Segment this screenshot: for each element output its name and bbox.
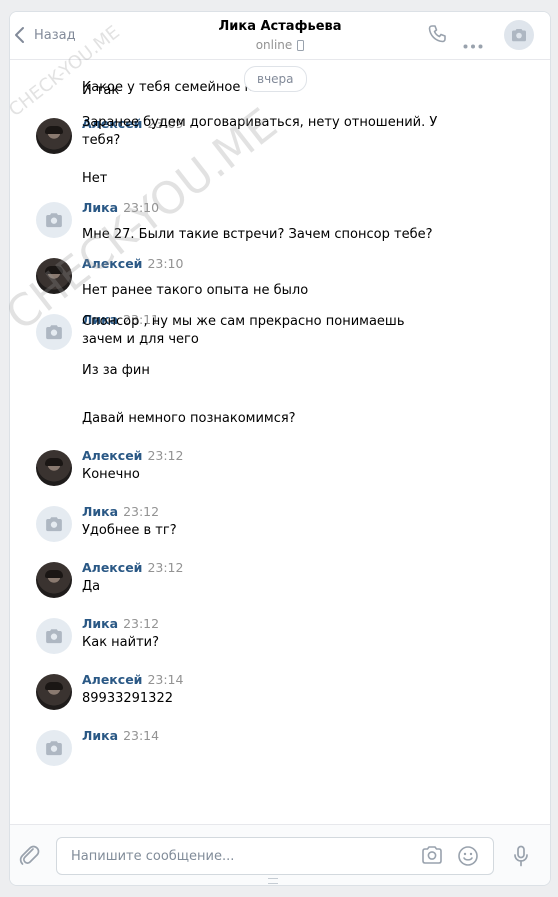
- message-time: 23:10: [123, 200, 160, 215]
- camera-icon: [512, 29, 526, 42]
- contact-name[interactable]: Лика Астафьева: [10, 19, 550, 34]
- date-divider: вчера: [244, 66, 307, 92]
- message-text: Спонсор , ну мы же сам прекрасно понимае…: [82, 314, 405, 347]
- author-name[interactable]: Алексей: [82, 448, 142, 463]
- message-time: 23:12: [123, 616, 160, 631]
- author-avatar[interactable]: [36, 258, 72, 294]
- chat-header: Назад Лика Астафьева online: [10, 12, 550, 60]
- message-header: Лика 23:14: [82, 728, 159, 743]
- photo-button[interactable]: [421, 845, 443, 869]
- message-text: Нет: [82, 171, 108, 186]
- attach-button[interactable]: [18, 843, 40, 871]
- message-text: Заранее будем договариваться, нету отнош…: [82, 115, 438, 148]
- author-avatar[interactable]: [36, 506, 72, 542]
- message-text: Давай немного познакомимся?: [82, 411, 296, 426]
- message-header: Алексей 23:12: [82, 560, 183, 575]
- author-avatar[interactable]: [36, 118, 72, 154]
- online-status: online: [256, 38, 305, 52]
- author-name[interactable]: Лика: [82, 504, 118, 519]
- smile-icon: [458, 846, 478, 866]
- microphone-icon: [514, 845, 528, 867]
- message-input-box[interactable]: [56, 837, 494, 875]
- message-time: 23:10: [147, 256, 184, 271]
- author-avatar[interactable]: [36, 202, 72, 238]
- message-header: Лика 23:12: [82, 504, 159, 519]
- chat-window: Назад Лика Астафьева online вчера Какое …: [9, 11, 551, 886]
- author-name[interactable]: Лика: [82, 200, 118, 215]
- message-header: Лика 23:10: [82, 200, 159, 215]
- message-input[interactable]: [69, 838, 403, 874]
- author-avatar[interactable]: [36, 618, 72, 654]
- camera-icon: [46, 629, 62, 644]
- message-time: 23:14: [147, 672, 184, 687]
- camera-icon: [46, 325, 62, 340]
- message-text: Конечно: [82, 467, 140, 482]
- message-text: Мне 27. Были такие встречи? Зачем спонсо…: [82, 227, 433, 242]
- message-time: 23:12: [147, 448, 184, 463]
- resize-handle[interactable]: [268, 878, 278, 884]
- phone-icon: [428, 25, 446, 43]
- author-avatar[interactable]: [36, 562, 72, 598]
- message-text: 89933291322: [82, 691, 173, 706]
- camera-icon: [46, 517, 62, 532]
- mobile-icon: [297, 39, 305, 51]
- voice-message-button[interactable]: [512, 845, 530, 871]
- message-header: Алексей 23:14: [82, 672, 183, 687]
- author-name[interactable]: Лика: [82, 728, 118, 743]
- author-avatar[interactable]: [36, 674, 72, 710]
- message-text: Да: [82, 579, 101, 594]
- emoji-button[interactable]: [457, 845, 479, 871]
- message-time: 23:14: [123, 728, 160, 743]
- paperclip-icon: [19, 845, 40, 865]
- composer: [10, 824, 550, 885]
- more-button[interactable]: [463, 34, 483, 53]
- author-avatar[interactable]: [36, 730, 72, 766]
- message-header: Алексей 23:10: [82, 256, 183, 271]
- camera-icon: [46, 741, 62, 756]
- camera-icon: [422, 846, 442, 864]
- message-list: Какое у тебя семейное пол Алексей 23:09 И т…: [10, 60, 550, 820]
- message-time: 23:12: [123, 504, 160, 519]
- message-text: Удобнее в тг?: [82, 523, 177, 538]
- author-avatar[interactable]: [36, 314, 72, 350]
- message-text: Нет ранее такого опыта не было: [82, 283, 309, 298]
- author-name[interactable]: Алексей: [82, 672, 142, 687]
- message-header: Алексей 23:12: [82, 448, 183, 463]
- message-text: Из за фин: [82, 363, 150, 378]
- author-name[interactable]: Алексей: [82, 560, 142, 575]
- author-name[interactable]: Лика: [82, 616, 118, 631]
- message-header: Лика 23:12: [82, 616, 159, 631]
- status-text: online: [255, 38, 293, 52]
- author-avatar[interactable]: [36, 450, 72, 486]
- contact-avatar[interactable]: [504, 20, 534, 50]
- more-dots-icon: [463, 44, 483, 49]
- message-text: Как найти?: [82, 635, 160, 650]
- message-time: 23:12: [147, 560, 184, 575]
- camera-icon: [46, 213, 62, 228]
- author-name[interactable]: Алексей: [82, 256, 142, 271]
- call-button[interactable]: [427, 24, 447, 48]
